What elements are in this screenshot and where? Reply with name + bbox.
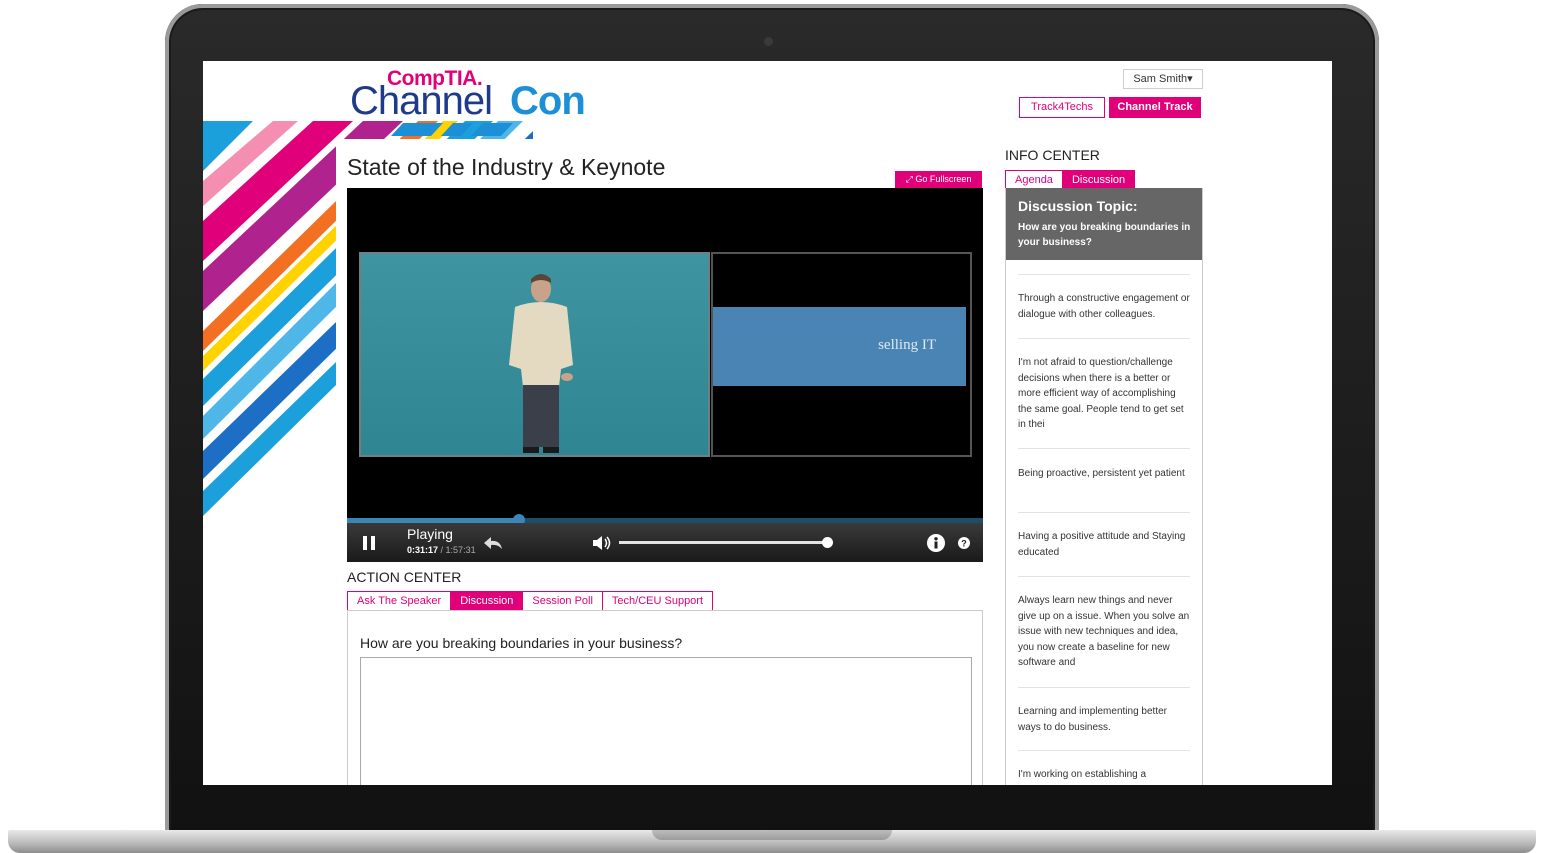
- pause-icon[interactable]: [361, 535, 377, 551]
- discussion-topic-question: How are you breaking boundaries in your …: [1018, 222, 1191, 248]
- session-title: State of the Industry & Keynote: [347, 154, 666, 180]
- time-separator: /: [438, 545, 446, 555]
- discussion-question: How are you breaking boundaries in your …: [360, 635, 683, 651]
- video-player[interactable]: selling IT Playing 0:31:17 / 1:57:31 ?: [347, 188, 983, 562]
- slide-banner: selling IT: [713, 307, 966, 386]
- slide-text: selling IT: [878, 337, 936, 353]
- svg-text:?: ?: [961, 539, 967, 549]
- list-item: Through a constructive engagement or dia…: [1018, 293, 1190, 320]
- comment-divider: [1018, 274, 1190, 275]
- list-item: Learning and implementing better ways to…: [1018, 706, 1167, 733]
- rewind-icon[interactable]: [483, 535, 503, 551]
- player-controls: Playing 0:31:17 / 1:57:31 ?: [347, 523, 983, 562]
- comment-divider: [1018, 687, 1190, 688]
- action-center-tabs: Ask The Speaker Discussion Session Poll …: [347, 591, 714, 611]
- speaker-figure: [509, 274, 573, 453]
- list-item: Always learn new things and never give u…: [1018, 595, 1190, 668]
- volume-icon[interactable]: [592, 535, 612, 551]
- user-name: Sam Smith: [1133, 73, 1188, 85]
- expand-icon: ⤢: [905, 174, 913, 184]
- comment-divider: [1018, 512, 1190, 513]
- info-icon[interactable]: [927, 534, 945, 552]
- laptop-notch: [652, 830, 892, 840]
- comment-divider: [1018, 338, 1190, 339]
- action-center-panel: How are you breaking boundaries in your …: [347, 610, 983, 785]
- channel-track-button[interactable]: Channel Track: [1109, 97, 1201, 118]
- go-fullscreen-label: Go Fullscreen: [915, 174, 972, 184]
- list-item: Being proactive, persistent yet patient: [1018, 468, 1185, 479]
- channelcon-logo: CompTIA. Channel Con: [350, 67, 600, 129]
- tab-session-poll[interactable]: Session Poll: [522, 591, 602, 611]
- volume-handle[interactable]: [822, 537, 833, 548]
- playback-status: Playing: [407, 526, 453, 542]
- app-screen: CompTIA. Channel Con Sam Smith▾ Track4Te…: [203, 61, 1332, 785]
- webcam: [764, 37, 773, 46]
- list-item: I'm not afraid to question/challenge dec…: [1018, 357, 1184, 430]
- speaker-video-feed: [359, 252, 710, 457]
- logo-con-text: Con: [510, 79, 586, 123]
- comment-divider: [1018, 750, 1190, 751]
- info-center-title: INFO CENTER: [1005, 147, 1100, 163]
- comment-divider: [1018, 576, 1190, 577]
- action-center-title: ACTION CENTER: [347, 569, 462, 585]
- playback-time: 0:31:17 / 1:57:31: [407, 545, 476, 555]
- comment-divider: [1018, 448, 1190, 449]
- tab-agenda[interactable]: Agenda: [1005, 170, 1062, 190]
- go-fullscreen-button[interactable]: ⤢ Go Fullscreen: [895, 171, 982, 188]
- chevron-down-icon: ▾: [1187, 73, 1193, 85]
- tab-info-discussion[interactable]: Discussion: [1061, 170, 1136, 190]
- tab-discussion[interactable]: Discussion: [450, 591, 523, 611]
- slide-feed: selling IT: [711, 252, 972, 457]
- time-current: 0:31:17: [407, 545, 439, 555]
- discussion-topic-heading: Discussion Topic:: [1018, 198, 1138, 214]
- info-center-tabs: Agenda Discussion: [1005, 170, 1136, 190]
- list-item: Having a positive attitude and Staying e…: [1018, 531, 1186, 558]
- user-menu[interactable]: Sam Smith▾: [1123, 69, 1203, 89]
- help-icon[interactable]: ?: [958, 537, 970, 549]
- discussion-topic-box: Discussion Topic: How are you breaking b…: [1006, 188, 1202, 260]
- volume-slider[interactable]: [619, 537, 833, 548]
- list-item: I'm working on establishing a: [1018, 769, 1147, 780]
- tab-tech-ceu-support[interactable]: Tech/CEU Support: [601, 591, 714, 611]
- info-center-panel: Discussion Topic: How are you breaking b…: [1005, 188, 1203, 785]
- track4techs-button[interactable]: Track4Techs: [1019, 97, 1105, 118]
- tab-ask-the-speaker[interactable]: Ask The Speaker: [347, 591, 451, 611]
- logo-channel-text: Channel: [350, 79, 493, 123]
- time-total: 1:57:31: [445, 545, 476, 555]
- discussion-answer-input[interactable]: [360, 657, 972, 785]
